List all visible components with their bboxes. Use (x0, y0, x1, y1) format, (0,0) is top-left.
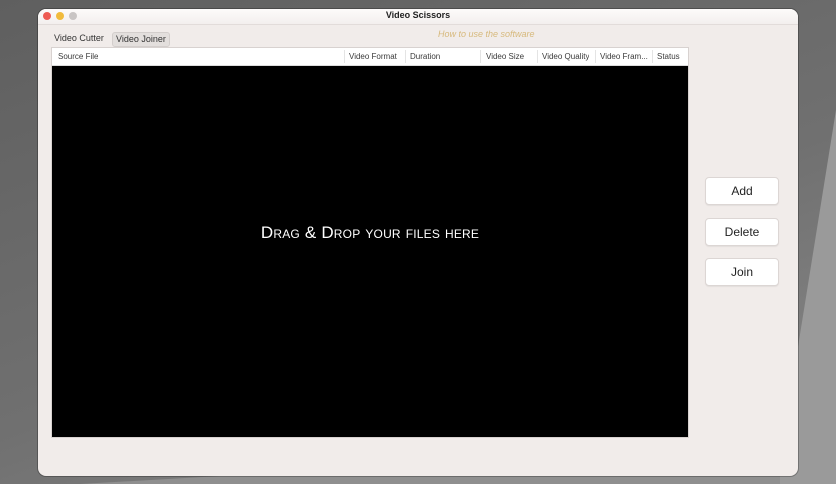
join-button[interactable]: Join (705, 258, 779, 286)
help-link[interactable]: How to use the software (438, 29, 535, 39)
column-divider (480, 50, 481, 63)
file-table[interactable]: Source File Video Format Duration Video … (51, 47, 689, 438)
column-video-framerate[interactable]: Video Fram... (600, 52, 650, 61)
column-status[interactable]: Status (657, 52, 680, 61)
column-video-format[interactable]: Video Format (349, 52, 397, 61)
window-title: Video Scissors (385, 10, 451, 20)
column-divider (652, 50, 653, 63)
title-bar[interactable]: Video Scissors (38, 9, 798, 25)
app-window: Video Scissors Video Cutter Video Joiner… (38, 9, 798, 476)
drop-zone-hint: Drag & Drop your files here (260, 223, 480, 242)
tab-video-cutter[interactable]: Video Cutter (51, 32, 107, 45)
table-header: Source File Video Format Duration Video … (52, 48, 688, 66)
column-divider (537, 50, 538, 63)
column-divider (405, 50, 406, 63)
column-source-file[interactable]: Source File (58, 52, 98, 61)
add-button[interactable]: Add (705, 177, 779, 205)
column-duration[interactable]: Duration (410, 52, 440, 61)
column-video-size[interactable]: Video Size (486, 52, 524, 61)
delete-button[interactable]: Delete (705, 218, 779, 246)
tab-video-joiner[interactable]: Video Joiner (112, 32, 170, 47)
column-video-quality[interactable]: Video Quality (542, 52, 589, 61)
column-divider (344, 50, 345, 63)
column-divider (595, 50, 596, 63)
